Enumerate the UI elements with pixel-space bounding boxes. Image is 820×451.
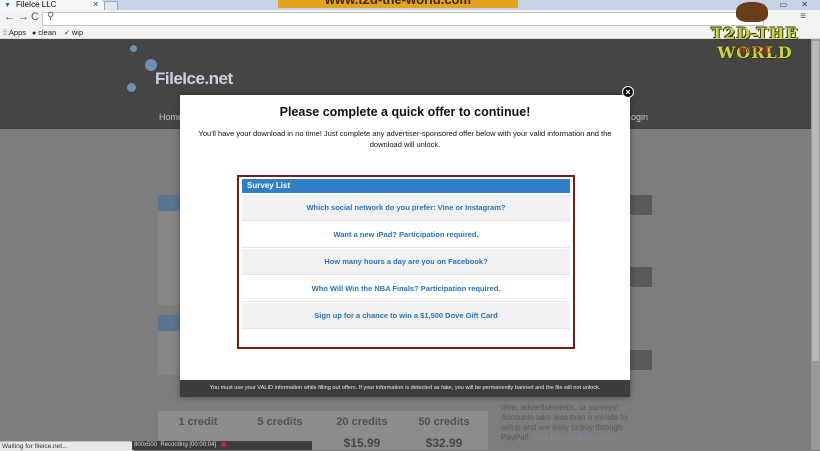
browser-tab-strip: ▼ FileIce LLC ✕ www.t2d-the-world.com – …	[0, 0, 820, 11]
price-option[interactable]: 50 credits $32.99	[404, 416, 484, 450]
price-option[interactable]: 1 credit	[158, 416, 238, 436]
survey-item[interactable]: Who Will Win the NBA Finals? Participati…	[242, 276, 570, 302]
logo-dot	[130, 45, 137, 52]
window-controls[interactable]: – ▭ ✕	[761, 0, 814, 9]
record-icon[interactable]	[220, 441, 226, 447]
background-panel-header	[628, 350, 652, 370]
address-bar[interactable]: ⚲	[42, 11, 764, 26]
site-logo[interactable]: FileIce.net	[125, 45, 245, 95]
survey-item[interactable]: Which social network do you prefer: Vine…	[242, 195, 570, 221]
background-panel-header	[158, 315, 182, 331]
bookmark-apps[interactable]: ⁞⁞ Apps	[3, 27, 26, 39]
bookmark-clean[interactable]: ● clean	[32, 27, 56, 39]
offer-modal: Please complete a quick offer to continu…	[180, 95, 630, 397]
background-panel-header	[628, 195, 652, 215]
watermark-logo-line2: BY T2D	[738, 45, 772, 55]
accounts-info-text: time, advertisements, or surveys! Accoun…	[501, 403, 628, 442]
screen-recorder-bar: 800x500 Recording [00:00:04]	[132, 441, 312, 450]
modal-warning-footer: You must use your VALID information whil…	[180, 380, 630, 397]
back-arrow-icon[interactable]: ←	[4, 11, 15, 23]
forward-arrow-icon[interactable]: →	[18, 11, 29, 23]
browser-tab[interactable]: ▼ FileIce LLC ✕	[0, 0, 105, 10]
bookmark-wip[interactable]: ✔ wip	[64, 27, 83, 39]
watermark-logo-line1: T2D-THE WORLD	[711, 24, 799, 62]
watermark-logo: T2D-THE WORLD BY T2D	[694, 2, 816, 62]
survey-item[interactable]: How many hours a day are you on Facebook…	[242, 249, 570, 275]
survey-list-frame: Survey List Which social network do you …	[237, 175, 575, 349]
search-icon: ⚲	[47, 11, 55, 22]
price-option[interactable]: 20 credits $15.99	[322, 416, 402, 450]
apps-grid-icon: ⁞⁞	[3, 30, 7, 37]
survey-list: Which social network do you prefer: Vine…	[239, 195, 577, 335]
site-brand: FileIce.net	[155, 69, 233, 88]
learn-more-link[interactable]: Click here to learn more	[531, 433, 616, 442]
background-panel	[158, 195, 182, 305]
survey-item[interactable]: Sign up for a chance to win a $1,500 Dov…	[242, 303, 570, 329]
modal-close-button[interactable]: ×	[622, 86, 634, 98]
bookmark-leaf-icon: ✔	[64, 30, 70, 37]
page-scrollbar[interactable]	[811, 39, 820, 450]
modal-title: Please complete a quick offer to continu…	[279, 105, 531, 119]
scrollbar-thumb[interactable]	[812, 41, 819, 361]
recorder-status: Recording [00:00:04]	[160, 442, 217, 448]
tab-close-icon[interactable]: ✕	[92, 0, 99, 10]
modal-intro-text: You'll have your download in no time! Ju…	[198, 129, 612, 149]
watermark-url-banner: www.t2d-the-world.com	[278, 0, 518, 8]
bookmark-globe-icon: ●	[32, 30, 37, 37]
survey-item[interactable]: Want a new iPad? Participation required.	[242, 222, 570, 248]
reload-icon[interactable]: C	[31, 11, 39, 23]
background-panel-header	[158, 195, 182, 211]
price-option[interactable]: 5 credits	[240, 416, 320, 436]
tab-title: FileIce LLC	[16, 0, 57, 9]
survey-list-header: Survey List	[242, 179, 570, 193]
recorder-resolution: 800x500	[134, 442, 158, 448]
logo-dot	[127, 83, 136, 92]
skull-emblem-icon	[736, 2, 768, 22]
background-panel-header	[628, 267, 652, 287]
